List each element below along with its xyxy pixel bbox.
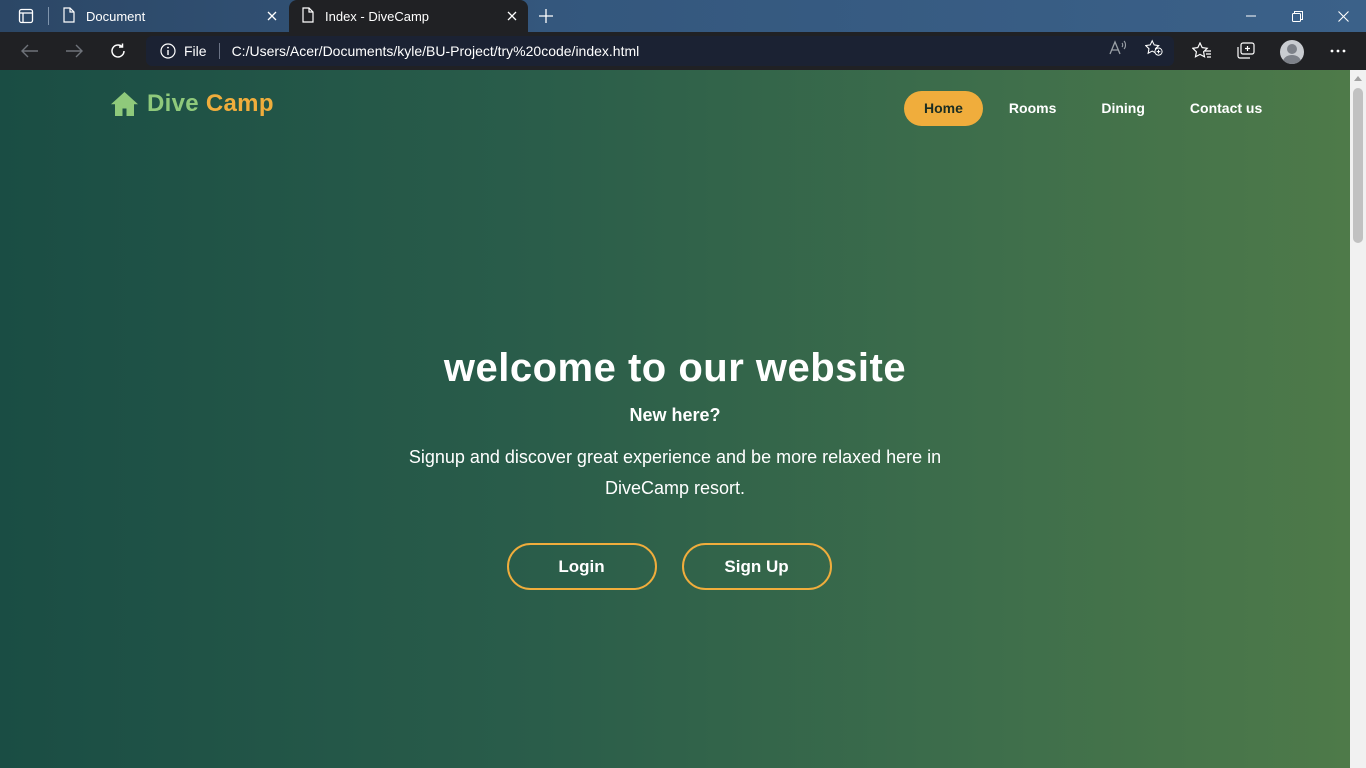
close-icon[interactable] <box>502 6 522 26</box>
info-icon[interactable] <box>160 43 176 59</box>
profile-avatar[interactable] <box>1280 40 1304 64</box>
collections-icon[interactable] <box>1235 40 1257 62</box>
page-viewport: Dive Camp Home Rooms Dining Contact us w… <box>0 70 1350 768</box>
tab-document[interactable]: Document <box>50 0 288 32</box>
more-icon[interactable] <box>1327 40 1349 62</box>
restore-icon[interactable] <box>1274 0 1320 32</box>
tab-actions-icon[interactable] <box>12 6 40 26</box>
main-nav: Home Rooms Dining Contact us <box>904 91 1282 126</box>
read-aloud-icon[interactable] <box>1109 39 1127 57</box>
url-text[interactable]: C:/Users/Acer/Documents/kyle/BU-Project/… <box>232 43 1174 59</box>
signup-button[interactable]: Sign Up <box>681 543 832 590</box>
hero-section: welcome to our website New here? Signup … <box>0 346 1350 504</box>
favorites-icon[interactable] <box>1191 40 1213 62</box>
login-button[interactable]: Login <box>506 543 657 590</box>
tab-strip: Document Index - DiveCamp <box>0 0 1366 32</box>
address-bar[interactable]: File C:/Users/Acer/Documents/kyle/BU-Pro… <box>146 36 1174 66</box>
doc-icon <box>301 6 315 26</box>
page-scrollbar[interactable] <box>1350 70 1366 768</box>
minimize-icon[interactable] <box>1228 0 1274 32</box>
tab-title: Index - DiveCamp <box>325 8 430 24</box>
back-icon[interactable] <box>15 36 45 66</box>
nav-home[interactable]: Home <box>904 91 983 126</box>
scroll-up-icon[interactable] <box>1354 76 1362 81</box>
scheme-label: File <box>184 43 207 59</box>
window-close-icon[interactable] <box>1320 0 1366 32</box>
add-favorite-icon[interactable] <box>1145 39 1163 57</box>
hero-title: welcome to our website <box>443 346 907 390</box>
nav-dining[interactable]: Dining <box>1081 91 1165 126</box>
refresh-icon[interactable] <box>103 36 133 66</box>
new-tab-icon[interactable] <box>534 4 558 28</box>
logo-word-camp: Camp <box>205 90 274 117</box>
tab-index-divecamp[interactable]: Index - DiveCamp <box>289 0 528 32</box>
home-icon <box>110 91 139 117</box>
address-separator <box>218 43 220 59</box>
scrollbar-thumb[interactable] <box>1353 88 1363 243</box>
site-logo[interactable]: Dive Camp <box>110 90 274 118</box>
close-icon[interactable] <box>262 6 282 26</box>
hero-buttons: Login Sign Up <box>0 543 1350 590</box>
nav-rooms[interactable]: Rooms <box>989 91 1076 126</box>
tab-separator <box>48 7 49 25</box>
hero-subtitle: New here? <box>629 405 721 425</box>
nav-contact-us[interactable]: Contact us <box>1170 91 1282 126</box>
tab-title: Document <box>86 8 146 24</box>
hero-description: Signup and discover great experience and… <box>408 447 942 498</box>
forward-icon[interactable] <box>59 36 89 66</box>
doc-icon <box>62 6 76 26</box>
browser-toolbar: File C:/Users/Acer/Documents/kyle/BU-Pro… <box>0 32 1366 70</box>
logo-word-dive: Dive <box>147 90 199 117</box>
